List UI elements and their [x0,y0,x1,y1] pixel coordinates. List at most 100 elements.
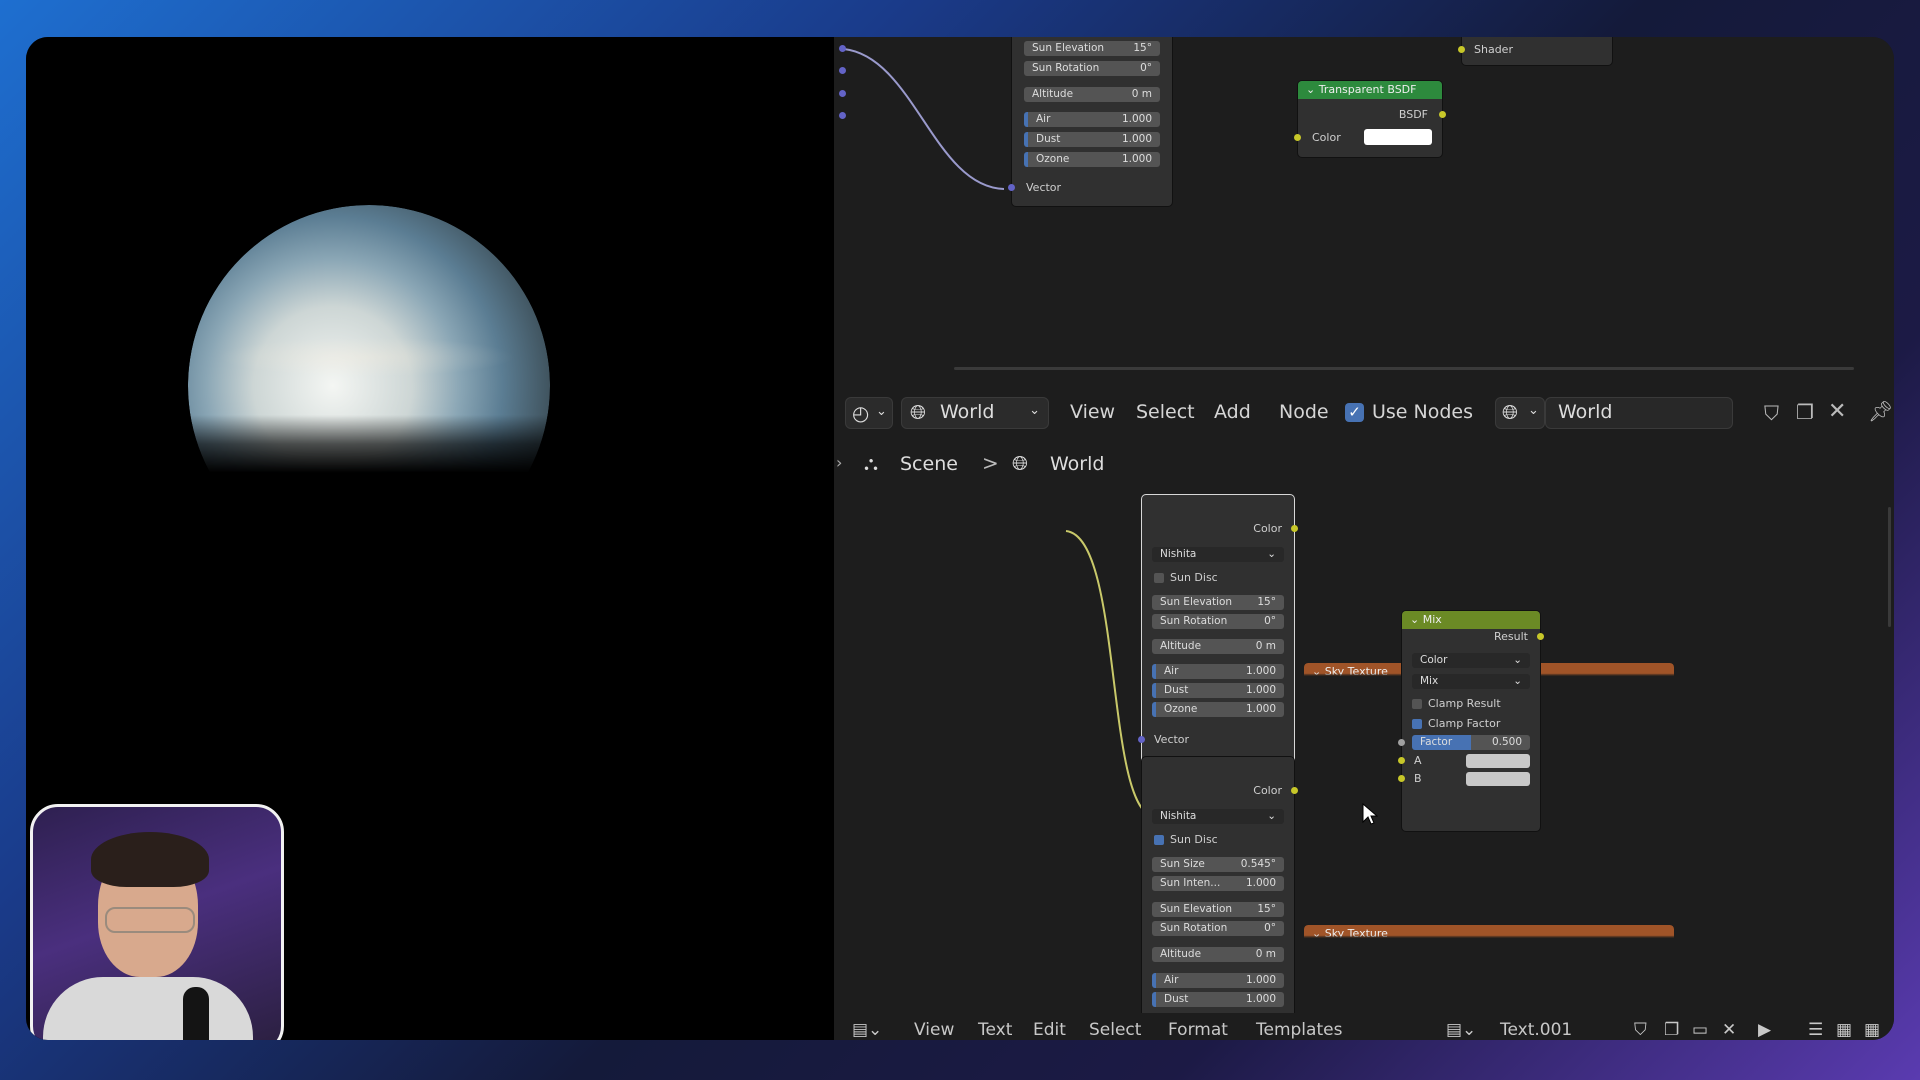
sun-rotation-field[interactable]: Sun Rotation 0° [1152,614,1284,629]
socket[interactable] [839,67,846,74]
transparent-bsdf-header[interactable]: ⌄ Transparent BSDF [1298,81,1442,99]
sun-intensity-field[interactable]: Sun Inten... 1.000 [1152,876,1284,891]
mix-node[interactable]: ⌄ Mix Result Color ⌄ Mix ⌄ Clamp Result Cl… [1398,611,1544,831]
ozone-field[interactable]: Ozone 1.000 [1152,702,1284,717]
duplicate-icon[interactable]: ❐ [1796,400,1814,424]
sun-rotation-field[interactable]: Sun Rotation 0° [1024,61,1160,76]
pin-icon[interactable]: 📌︎ [1868,399,1893,423]
socket[interactable] [839,90,846,97]
clamp-factor-label: Clamp Factor [1428,717,1501,730]
vector-socket[interactable] [1138,736,1145,743]
data-type-dropdown[interactable]: Color ⌄ [1412,653,1530,668]
world-browse-dropdown[interactable]: 🌐︎ ⌄ [1496,398,1544,428]
air-field[interactable]: Air 1.000 [1152,664,1284,679]
text-editor-type-icon[interactable]: ▤⌄ [852,1013,882,1040]
sun-disc-checkbox[interactable] [1154,573,1164,583]
collapse-chevron-icon[interactable]: ⌄ [1312,927,1325,940]
shader-input-socket[interactable] [1458,46,1465,53]
air-field[interactable]: Air 1.000 [1152,973,1284,988]
sky-texture-node-2[interactable]: ⌄ Sky Texture Color Nishita ⌄ Sun Disc Su… [1142,757,1674,1040]
use-nodes-checkbox[interactable]: ✓ [1345,403,1364,422]
node-editor-icon: ◴ [852,401,870,425]
word-wrap-icon[interactable]: ▦ [1836,1013,1852,1040]
result-output-socket[interactable] [1537,633,1544,640]
menu-edit[interactable]: Edit [1033,1013,1066,1040]
dust-field[interactable]: Dust 1.000 [1024,132,1160,147]
collapse-chevron-icon[interactable]: ⌄ [1312,665,1325,678]
sun-size-field[interactable]: Sun Size 0.545° [1152,857,1284,872]
shield-icon[interactable]: ⛉ [1634,1013,1647,1040]
breadcrumb-world[interactable]: World [1050,453,1104,475]
clamp-factor-checkbox[interactable] [1412,719,1422,729]
menu-templates[interactable]: Templates [1256,1013,1342,1040]
sky-texture-node-partial[interactable]: Sun Elevation 15° Sun Rotation 0° Altitude… [1008,37,1172,206]
socket[interactable] [839,112,846,119]
socket[interactable] [839,45,846,52]
sun-elevation-field[interactable]: Sun Elevation 15° [1152,595,1284,610]
menu-view[interactable]: View [914,1013,954,1040]
shader-type-dropdown[interactable]: 🌐︎ World ⌄ [902,398,1048,428]
bsdf-output-socket[interactable] [1439,111,1446,118]
menu-format[interactable]: Format [1168,1013,1228,1040]
node-title: Sky Texture [1324,665,1388,678]
sky-texture-node[interactable]: ⌄ Sky Texture Color Nishita ⌄ Sun Disc Su… [1138,495,1674,763]
collapse-chevron-icon[interactable]: ⌄ [1306,83,1319,96]
text-browse-icon[interactable]: ▤⌄ [1446,1013,1476,1040]
color-output-socket[interactable] [1291,787,1298,794]
folder-icon[interactable]: ▭ [1692,1013,1708,1040]
close-icon[interactable]: ✕ [1722,1013,1736,1040]
node-editor-area[interactable]: Sun Elevation 15° Sun Rotation 0° Altitude… [834,37,1894,1040]
a-color-swatch[interactable] [1466,754,1530,768]
sun-rotation-field[interactable]: Sun Rotation 0° [1152,921,1284,936]
sun-elevation-field[interactable]: Sun Elevation 15° [1152,902,1284,917]
transparent-bsdf-node[interactable]: ⌄ Transparent BSDF BSDF Color [1294,81,1446,157]
world-name-field[interactable]: World [1546,398,1732,428]
duplicate-icon[interactable]: ❐ [1664,1013,1679,1040]
text-name-field[interactable]: Text.001 [1500,1013,1572,1040]
chevron-right-icon[interactable]: › [836,453,842,472]
color-input-socket[interactable] [1294,134,1301,141]
color-swatch[interactable] [1364,129,1432,145]
editor-type-dropdown[interactable]: ◴ ⌄ [846,398,892,428]
close-icon[interactable]: ✕ [1828,399,1846,424]
fake-user-shield-icon[interactable]: ⛉ [1764,401,1779,425]
b-input-socket[interactable] [1398,775,1405,782]
horizontal-scrollbar[interactable] [954,367,1854,370]
blend-type-dropdown[interactable]: Mix ⌄ [1412,674,1530,689]
collapse-chevron-icon[interactable]: ⌄ [1410,613,1423,626]
line-numbers-icon[interactable]: ☰ [1808,1013,1823,1040]
a-input-socket[interactable] [1398,757,1405,764]
factor-slider[interactable]: Factor 0.500 [1412,735,1530,750]
menu-text[interactable]: Text [978,1013,1012,1040]
vector-socket[interactable] [1008,184,1015,191]
altitude-field[interactable]: Altitude 0 m [1152,639,1284,654]
dust-field[interactable]: Dust 1.000 [1152,992,1284,1007]
menu-view[interactable]: View [1070,389,1115,435]
menu-node[interactable]: Node [1279,389,1329,435]
color-output-socket[interactable] [1291,525,1298,532]
clamp-result-checkbox[interactable] [1412,699,1422,709]
sun-elevation-field[interactable]: Sun Elevation 15° [1024,41,1160,56]
breadcrumb-scene[interactable]: Scene [900,453,958,475]
ozone-field[interactable]: Ozone 1.000 [1024,152,1160,167]
sky-type-dropdown[interactable]: Nishita ⌄ [1152,547,1284,562]
factor-input-socket[interactable] [1398,739,1405,746]
menu-select[interactable]: Select [1089,1013,1141,1040]
sky-type-dropdown[interactable]: Nishita ⌄ [1152,809,1284,824]
syntax-icon[interactable]: ▦ [1864,1013,1880,1040]
shader-type-label: World [940,401,995,423]
b-color-swatch[interactable] [1466,772,1530,786]
altitude-field[interactable]: Altitude 0 m [1152,947,1284,962]
3d-viewport[interactable] [26,37,834,1040]
sky-texture-header[interactable]: ⌄ Sky Texture [1304,925,1674,943]
mix-header[interactable]: ⌄ Mix [1402,611,1540,629]
air-field[interactable]: Air 1.000 [1024,112,1160,127]
menu-select[interactable]: Select [1136,389,1195,435]
altitude-field[interactable]: Altitude 0 m [1024,87,1160,102]
sun-disc-checkbox[interactable] [1154,835,1164,845]
vertical-scrollbar[interactable] [1888,507,1891,627]
world-output-node-partial[interactable]: Shader [1458,37,1612,65]
menu-add[interactable]: Add [1214,389,1251,435]
run-script-icon[interactable]: ▶ [1758,1013,1771,1040]
dust-field[interactable]: Dust 1.000 [1152,683,1284,698]
